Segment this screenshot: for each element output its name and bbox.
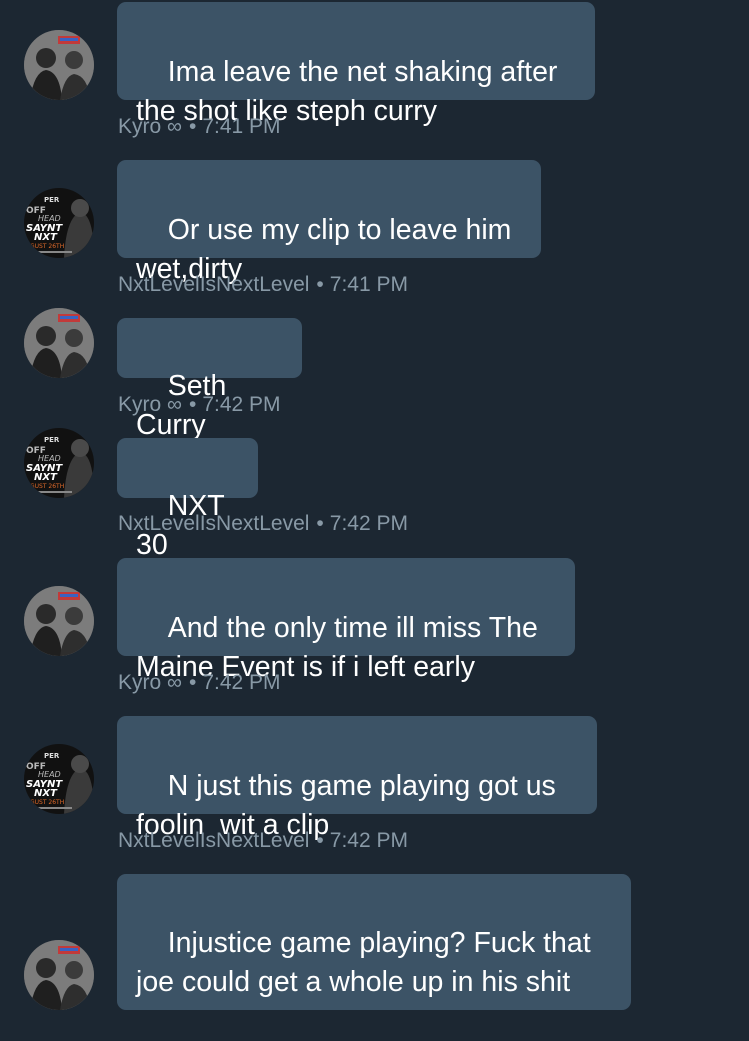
nxt-flyer-avatar-icon: PER OFF HEAD SAYNT NXT GUST 26TH <box>24 188 94 258</box>
nxt-flyer-avatar-icon: PER OFF HEAD SAYNT NXT GUST 26TH <box>24 428 94 498</box>
message-bubble[interactable]: And the only time ill miss The Maine Eve… <box>117 558 575 683</box>
timestamp: 7:42 PM <box>202 393 281 416</box>
flyer-text: PER <box>44 436 60 444</box>
sender-name[interactable]: Kyro ∞ <box>118 393 182 416</box>
kyro-avatar-icon <box>24 308 94 378</box>
message-bubble[interactable]: Injustice game playing? Fuck that joe co… <box>117 874 631 1010</box>
flyer-text: NXT <box>34 232 58 243</box>
message-bubble[interactable]: Seth Curry <box>117 318 302 441</box>
flyer-text: HEAD <box>38 770 61 779</box>
timestamp: 7:42 PM <box>329 829 408 852</box>
message-meta: NxtLevelIsNextLevel • 7:42 PM <box>118 512 408 535</box>
avatar[interactable]: PER OFF HEAD SAYNT NXT GUST 26TH <box>24 744 94 814</box>
timestamp: 7:41 PM <box>202 115 281 138</box>
message-meta: Kyro ∞ • 7:42 PM <box>118 671 281 694</box>
avatar[interactable] <box>24 30 94 100</box>
flyer-text: NXT <box>34 472 58 483</box>
message-meta: Kyro ∞ • 7:41 PM <box>118 115 281 138</box>
kyro-avatar-icon <box>24 940 94 1010</box>
sender-name[interactable]: NxtLevelIsNextLevel <box>118 512 309 535</box>
flyer-text: NXT <box>34 788 58 799</box>
flyer-text: PER <box>44 752 60 760</box>
flyer-text: PER <box>44 196 60 204</box>
flyer-text: GUST 26TH <box>30 799 64 806</box>
nxt-flyer-avatar-icon: PER OFF HEAD SAYNT NXT GUST 26TH <box>24 744 94 814</box>
flyer-text: GUST 26TH <box>30 243 64 250</box>
kyro-avatar-icon <box>24 30 94 100</box>
message-bubble[interactable]: NXT 30 <box>117 438 258 561</box>
flyer-text: HEAD <box>38 214 61 223</box>
flyer-text: HEAD <box>38 454 61 463</box>
kyro-avatar-icon <box>24 586 94 656</box>
message-text: Injustice game playing? Fuck that joe co… <box>136 927 599 998</box>
avatar[interactable] <box>24 586 94 656</box>
message-bubble[interactable]: N just this game playing got us foolin w… <box>117 716 597 841</box>
avatar[interactable]: PER OFF HEAD SAYNT NXT GUST 26TH <box>24 428 94 498</box>
message-meta: NxtLevelIsNextLevel • 7:41 PM <box>118 273 408 296</box>
avatar[interactable]: PER OFF HEAD SAYNT NXT GUST 26TH <box>24 188 94 258</box>
avatar[interactable] <box>24 308 94 378</box>
sender-name[interactable]: Kyro ∞ <box>118 671 182 694</box>
message-meta: Kyro ∞ • 7:42 PM <box>118 393 281 416</box>
timestamp: 7:41 PM <box>329 273 408 296</box>
avatar[interactable] <box>24 940 94 1010</box>
flyer-text: GUST 26TH <box>30 483 64 490</box>
message-meta: NxtLevelIsNextLevel • 7:42 PM <box>118 829 408 852</box>
message-bubble[interactable]: Ima leave the net shaking after the shot… <box>117 2 595 127</box>
sender-name[interactable]: Kyro ∞ <box>118 115 182 138</box>
sender-name[interactable]: NxtLevelIsNextLevel <box>118 273 309 296</box>
sender-name[interactable]: NxtLevelIsNextLevel <box>118 829 309 852</box>
message-bubble[interactable]: Or use my clip to leave him wet,dirty <box>117 160 541 285</box>
timestamp: 7:42 PM <box>329 512 408 535</box>
timestamp: 7:42 PM <box>202 671 281 694</box>
